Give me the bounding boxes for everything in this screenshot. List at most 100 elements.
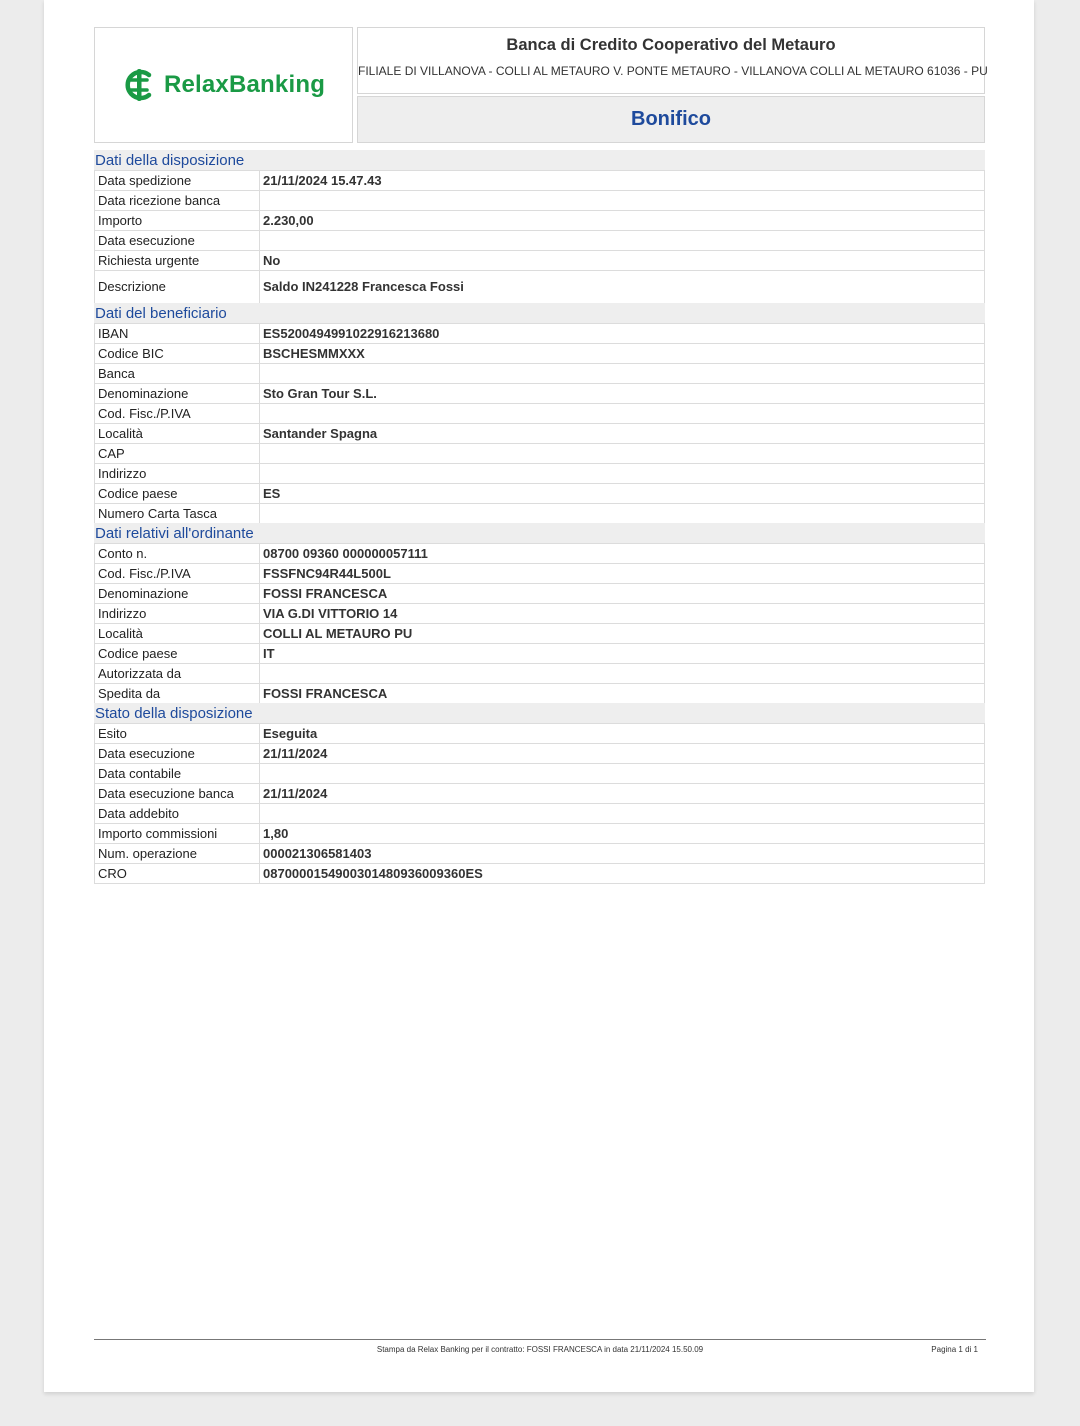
table-row: Indirizzo VIA G.DI VITTORIO 14 xyxy=(94,603,985,623)
table-row: Descrizione Saldo IN241228 Francesca Foss… xyxy=(94,270,985,303)
field-value xyxy=(260,504,984,523)
field-label: Descrizione xyxy=(95,271,260,303)
table-row: IBAN ES5200494991022916213680 xyxy=(94,323,985,343)
table-row: Denominazione Sto Gran Tour S.L. xyxy=(94,383,985,403)
field-value: No xyxy=(263,253,281,268)
table-row: Data esecuzione xyxy=(94,230,985,250)
field-label: Importo xyxy=(95,211,260,230)
field-label: Banca xyxy=(95,364,260,383)
table-row: Importo 2.230,00 xyxy=(94,210,985,230)
field-value xyxy=(260,231,984,250)
field-value xyxy=(260,191,984,210)
footer-divider xyxy=(94,1339,986,1340)
table-row: Data esecuzione banca 21/11/2024 xyxy=(94,783,985,803)
field-value xyxy=(260,364,984,383)
field-value: Sto Gran Tour S.L. xyxy=(263,386,377,401)
field-value: ES5200494991022916213680 xyxy=(263,326,440,341)
table-row: Data esecuzione 21/11/2024 xyxy=(94,743,985,763)
table-row: Importo commissioni 1,80 xyxy=(94,823,985,843)
field-label: Richiesta urgente xyxy=(95,251,260,270)
field-label: Codice paese xyxy=(95,644,260,663)
table-row: CRO 0870000154900301480936009360ES xyxy=(94,863,985,884)
field-label: Data esecuzione xyxy=(95,231,260,250)
table-row: CAP xyxy=(94,443,985,463)
field-value: 000021306581403 xyxy=(263,846,372,861)
section-title: Stato della disposizione xyxy=(94,703,985,723)
field-label: IBAN xyxy=(95,324,260,343)
transfer-details: Dati della disposizione Data spedizione 21… xyxy=(94,150,985,884)
table-row: Autorizzata da xyxy=(94,663,985,683)
table-row: Data addebito xyxy=(94,803,985,823)
footer-print-note: Stampa da Relax Banking per il contratto… xyxy=(376,1345,704,1354)
field-label: Data spedizione xyxy=(95,171,260,190)
field-value: VIA G.DI VITTORIO 14 xyxy=(263,606,398,621)
field-label: Denominazione xyxy=(95,584,260,603)
field-value: 0870000154900301480936009360ES xyxy=(263,866,483,881)
field-value: 1,80 xyxy=(263,826,289,841)
field-value xyxy=(260,664,984,683)
table-row: Data spedizione 21/11/2024 15.47.43 xyxy=(94,170,985,190)
bank-address: FILIALE DI VILLANOVA - COLLI AL METAURO … xyxy=(358,64,988,78)
field-label: Esito xyxy=(95,724,260,743)
table-row: Conto n. 08700 09360 000000057111 xyxy=(94,543,985,563)
table-row: Codice BIC BSCHESMMXXX xyxy=(94,343,985,363)
field-label: Data contabile xyxy=(95,764,260,783)
field-label: Data addebito xyxy=(95,804,260,823)
field-label: Località xyxy=(95,424,260,443)
field-label: Spedita da xyxy=(95,684,260,703)
field-value: COLLI AL METAURO PU xyxy=(263,626,413,641)
logo-text: RelaxBanking xyxy=(163,71,326,98)
relaxbanking-logo-icon xyxy=(125,69,152,101)
document-title: Bonifico xyxy=(631,108,711,130)
field-label: Cod. Fisc./P.IVA xyxy=(95,404,260,423)
table-row: Codice paese IT xyxy=(94,643,985,663)
field-value xyxy=(260,464,984,483)
relaxbanking-logo: RelaxBanking xyxy=(122,67,325,103)
table-row: Cod. Fisc./P.IVA FSSFNC94R44L500L xyxy=(94,563,985,583)
table-row: Località Santander Spagna xyxy=(94,423,985,443)
field-value: FSSFNC94R44L500L xyxy=(263,566,391,581)
field-value: 08700 09360 000000057111 xyxy=(263,546,428,561)
field-value xyxy=(260,804,984,823)
field-label: Località xyxy=(95,624,260,643)
field-label: Data ricezione banca xyxy=(95,191,260,210)
field-label: Denominazione xyxy=(95,384,260,403)
table-row: Num. operazione 000021306581403 xyxy=(94,843,985,863)
field-value xyxy=(260,404,984,423)
table-row: Banca xyxy=(94,363,985,383)
field-label: Codice BIC xyxy=(95,344,260,363)
field-label: Cod. Fisc./P.IVA xyxy=(95,564,260,583)
document-header: RelaxBanking Banca di Credito Cooperativ… xyxy=(94,27,988,144)
table-row: Data ricezione banca xyxy=(94,190,985,210)
field-label: Num. operazione xyxy=(95,844,260,863)
field-value: ES xyxy=(263,486,281,501)
section-title: Dati della disposizione xyxy=(94,150,985,170)
field-value: 2.230,00 xyxy=(263,213,314,228)
table-row: Cod. Fisc./P.IVA xyxy=(94,403,985,423)
field-label: Data esecuzione xyxy=(95,744,260,763)
field-label: CAP xyxy=(95,444,260,463)
table-row: Codice paese ES xyxy=(94,483,985,503)
field-value: IT xyxy=(263,646,275,661)
table-row: Denominazione FOSSI FRANCESCA xyxy=(94,583,985,603)
field-label: CRO xyxy=(95,864,260,883)
field-value: Santander Spagna xyxy=(263,426,378,441)
table-row: Data contabile xyxy=(94,763,985,783)
field-value: Saldo IN241228 Francesca Fossi xyxy=(263,279,464,294)
field-value: Eseguita xyxy=(263,726,318,741)
section-title: Dati relativi all'ordinante xyxy=(94,523,985,543)
table-row: Spedita da FOSSI FRANCESCA xyxy=(94,683,985,703)
field-value: 21/11/2024 xyxy=(263,786,328,801)
table-row: Richiesta urgente No xyxy=(94,250,985,270)
document-title-box: Bonifico xyxy=(357,96,985,143)
field-label: Data esecuzione banca xyxy=(95,784,260,803)
table-row: Indirizzo xyxy=(94,463,985,483)
field-label: Numero Carta Tasca xyxy=(95,504,260,523)
logo-box: RelaxBanking xyxy=(94,27,353,143)
bank-name: Banca di Credito Cooperativo del Metauro xyxy=(506,36,836,54)
table-row: Esito Eseguita xyxy=(94,723,985,743)
bank-info-box: Banca di Credito Cooperativo del Metauro… xyxy=(357,27,988,94)
field-label: Codice paese xyxy=(95,484,260,503)
table-row: Località COLLI AL METAURO PU xyxy=(94,623,985,643)
field-value: 21/11/2024 xyxy=(263,746,328,761)
